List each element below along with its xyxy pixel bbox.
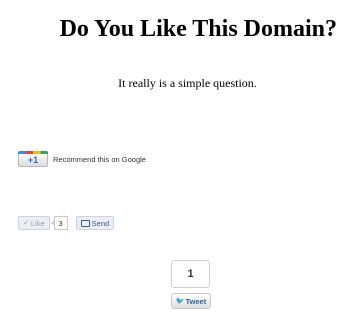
- google-plus-one-button[interactable]: +1: [18, 151, 48, 167]
- facebook-like-label: Like: [30, 218, 45, 228]
- tweet-label: Tweet: [185, 296, 207, 306]
- google-plus-one-label: +1: [27, 155, 39, 165]
- tweet-button[interactable]: 🐦 Tweet: [171, 293, 211, 309]
- like-check-icon: ✓: [23, 220, 29, 227]
- page-subtitle: It really is a simple question.: [118, 76, 257, 90]
- send-envelope-icon: [80, 219, 90, 227]
- facebook-send-label: Send: [91, 218, 110, 228]
- tweet-count: 1: [171, 260, 210, 288]
- facebook-like-count: 3: [50, 216, 68, 230]
- facebook-send-button[interactable]: Send: [75, 216, 115, 230]
- google-color-stripe: [18, 151, 48, 154]
- page-title: Do You Like This Domain?: [59, 16, 337, 42]
- google-plus-widget: +1 Recommend this on Google: [18, 151, 146, 167]
- google-recommend-text: Recommend this on Google: [53, 154, 146, 164]
- facebook-widget: ✓ Like 3 Send: [18, 216, 115, 230]
- twitter-bird-icon: 🐦: [175, 298, 185, 305]
- facebook-like-button[interactable]: ✓ Like: [18, 216, 50, 230]
